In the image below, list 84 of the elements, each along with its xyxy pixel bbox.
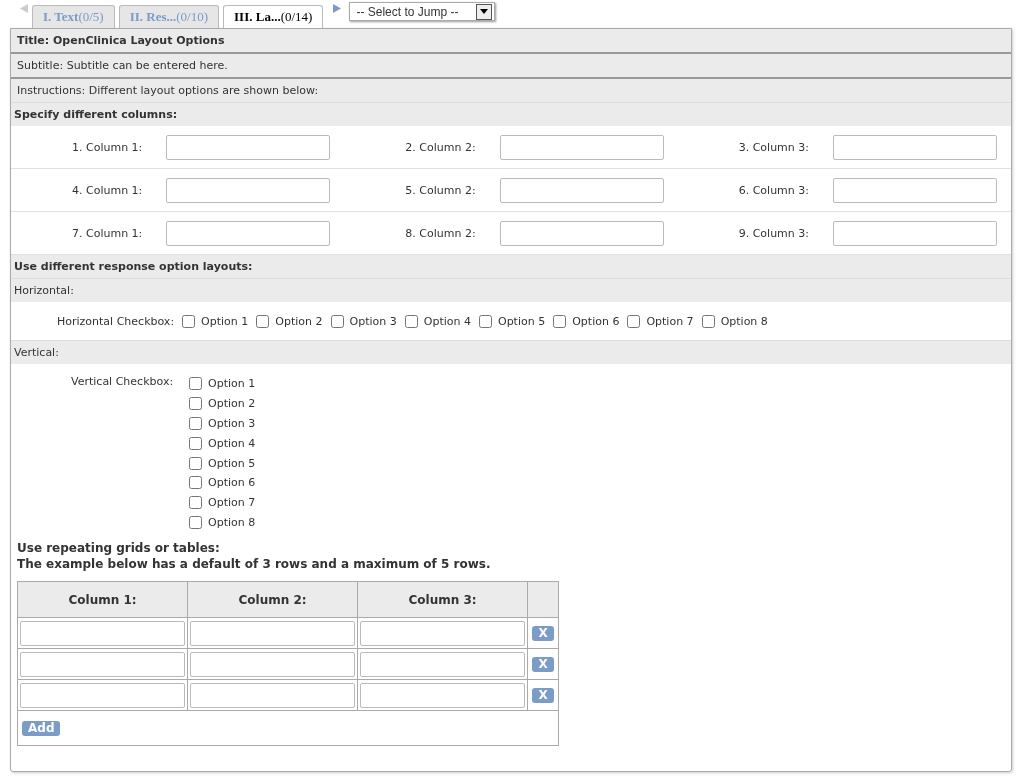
option-label: Option 5 — [208, 456, 256, 470]
checkbox[interactable] — [189, 377, 203, 391]
checkbox[interactable] — [189, 397, 203, 411]
checkbox[interactable] — [478, 314, 492, 328]
checkbox[interactable] — [189, 456, 203, 470]
option-label: Option 3 — [349, 314, 397, 328]
option-label: Option 6 — [208, 476, 256, 490]
field-label: 8. Column 2: — [405, 226, 476, 240]
remove-row-button[interactable]: X — [532, 656, 554, 672]
option-label: Option 8 — [208, 515, 256, 529]
input-field[interactable] — [166, 177, 331, 203]
input-field[interactable] — [499, 220, 664, 246]
checkbox[interactable] — [189, 417, 203, 430]
dropdown-icon — [480, 9, 489, 14]
input-field[interactable] — [190, 620, 356, 646]
checkbox[interactable] — [330, 314, 344, 328]
checkbox[interactable] — [182, 314, 196, 328]
right-arrow-icon[interactable] — [333, 4, 342, 13]
checkbox[interactable] — [189, 515, 203, 529]
input-field[interactable] — [360, 651, 526, 677]
field-label: Horizontal Checkbox: — [57, 314, 175, 328]
option-label: Option 4 — [208, 436, 256, 450]
option-label: Option 2 — [275, 314, 323, 328]
checkbox[interactable] — [189, 496, 203, 510]
field-label: 1. Column 1: — [72, 140, 143, 154]
input-field[interactable] — [20, 682, 186, 708]
option-label: Option 5 — [497, 314, 546, 328]
option-label: Option 2 — [208, 397, 256, 411]
input-field[interactable] — [190, 682, 356, 708]
remove-row-button[interactable]: X — [532, 625, 554, 641]
form-subtitle: Subtitle: Subtitle can be entered here. — [11, 54, 1011, 79]
input-field[interactable] — [190, 651, 356, 677]
checkbox[interactable] — [189, 476, 203, 490]
tab[interactable]: I. Text(0/5) — [32, 5, 115, 28]
option-label: Option 4 — [423, 314, 471, 328]
input-field[interactable] — [499, 177, 664, 203]
checkbox[interactable] — [404, 314, 418, 328]
checkbox[interactable] — [627, 314, 641, 328]
grid-note: The example below has a default of 3 rows and a maximum of 5 rows. — [16, 556, 492, 573]
subheading: Vertical: — [11, 340, 1011, 364]
column-header: Column 3: — [357, 581, 528, 618]
form-instructions: Instructions: Different layout options are shown below: — [11, 79, 1011, 103]
option-label: Option 3 — [208, 417, 256, 430]
option-label: Option 7 — [208, 496, 256, 510]
add-row-button[interactable]: Add — [22, 720, 61, 736]
input-field[interactable] — [20, 620, 186, 646]
field-label: 4. Column 1: — [72, 183, 143, 197]
form-title: Title: OpenClinica Layout Options — [11, 29, 1011, 54]
field-label: 3. Column 3: — [738, 140, 809, 154]
column-header: Column 2: — [187, 581, 358, 618]
checkbox[interactable] — [553, 314, 567, 328]
input-field[interactable] — [833, 220, 997, 246]
option-label: Option 1 — [208, 377, 256, 391]
checkbox[interactable] — [256, 314, 270, 328]
field-label: 2. Column 2: — [405, 140, 476, 154]
input-field[interactable] — [20, 651, 186, 677]
input-field[interactable] — [166, 134, 331, 160]
option-label: Option 6 — [572, 314, 620, 328]
remove-row-button[interactable]: X — [532, 687, 554, 703]
field-label: Vertical Checkbox: — [71, 375, 174, 390]
input-field[interactable] — [499, 134, 664, 160]
option-label: Option 7 — [646, 314, 694, 328]
input-field[interactable] — [833, 177, 997, 203]
column-header: Column 1: — [17, 581, 188, 618]
option-label: Option 8 — [720, 314, 768, 328]
section-heading: Use repeating grids or tables: — [16, 540, 221, 557]
subheading: Horizontal: — [11, 278, 1011, 302]
checkbox[interactable] — [701, 314, 715, 328]
section-heading: Specify different columns: — [11, 103, 1011, 126]
tab[interactable]: III. La...(0/14) — [223, 5, 324, 28]
jump-select[interactable]: -- Select to Jump -- — [349, 2, 496, 21]
field-label: 6. Column 3: — [738, 183, 809, 197]
section-heading: Use different response option layouts: — [11, 255, 1011, 278]
left-arrow-icon[interactable] — [20, 4, 28, 13]
option-label: Option 1 — [201, 314, 249, 328]
input-field[interactable] — [360, 620, 526, 646]
input-field[interactable] — [360, 682, 526, 708]
field-label: 5. Column 2: — [405, 183, 476, 197]
field-label: 9. Column 3: — [738, 226, 809, 240]
checkbox[interactable] — [189, 436, 203, 450]
field-label: 7. Column 1: — [72, 226, 143, 240]
tab[interactable]: II. Res...(0/10) — [118, 5, 220, 28]
input-field[interactable] — [833, 134, 997, 160]
input-field[interactable] — [166, 220, 331, 246]
